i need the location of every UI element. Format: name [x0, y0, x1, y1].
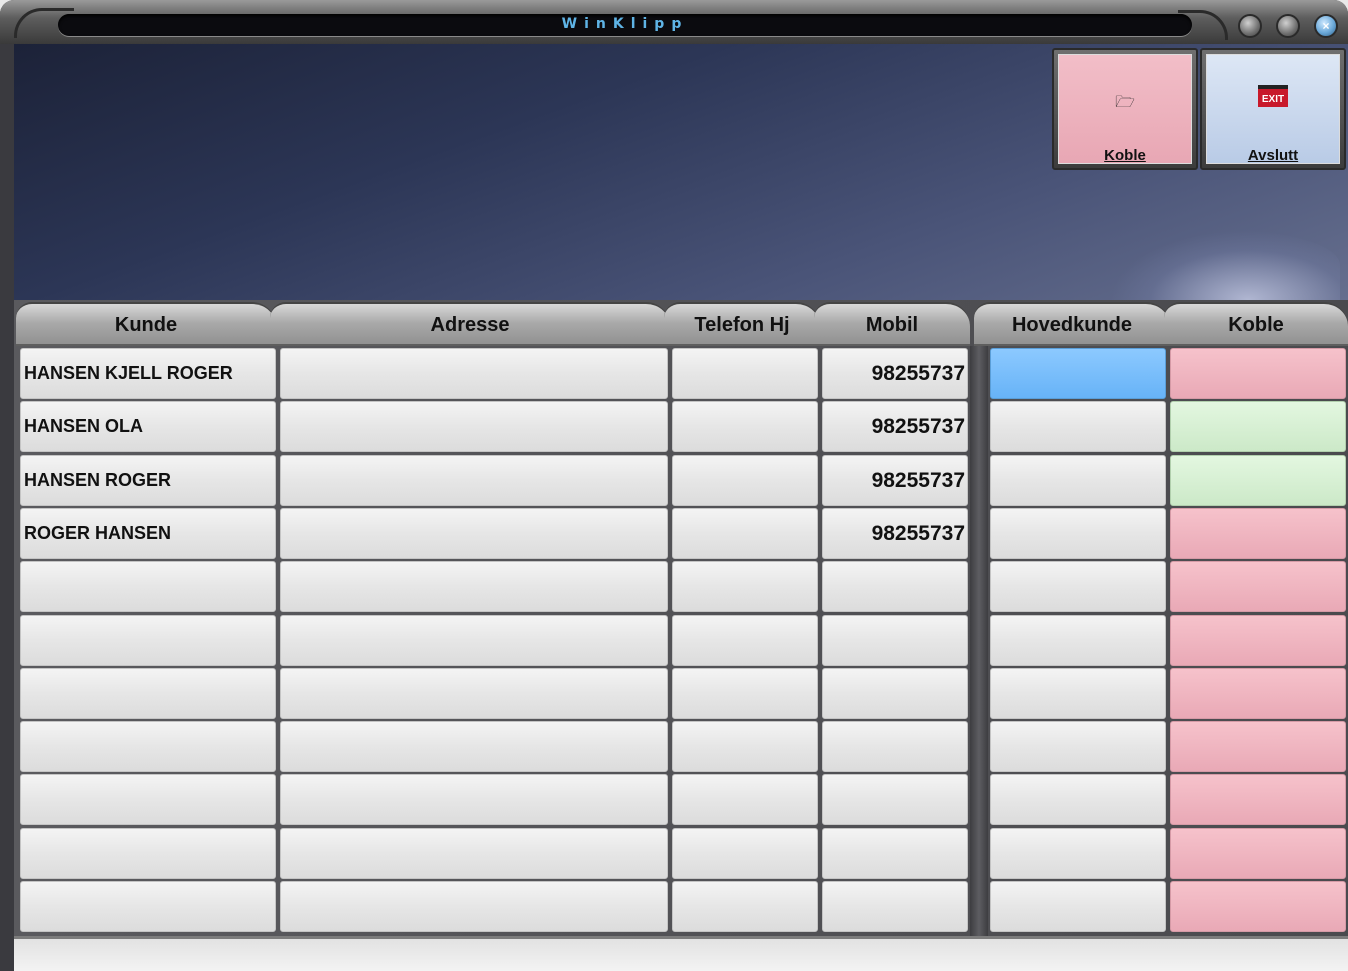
telefon-cell[interactable] — [672, 774, 818, 825]
kunde-cell[interactable]: HANSEN ROGER — [20, 455, 276, 506]
koble-cell[interactable] — [1170, 455, 1346, 506]
koble-cell[interactable] — [1170, 881, 1346, 932]
telefon-cell[interactable] — [672, 881, 818, 932]
kunde-cell[interactable] — [20, 774, 276, 825]
column-header-telefon-hj[interactable]: Telefon Hj — [664, 302, 820, 346]
hovedkunde-cell[interactable] — [990, 668, 1166, 719]
mobil-cell[interactable]: 98255737 — [822, 508, 968, 559]
grid-separator — [970, 346, 988, 942]
koble-cell[interactable] — [1170, 774, 1346, 825]
adresse-cell[interactable] — [280, 668, 668, 719]
kunde-cell[interactable] — [20, 828, 276, 879]
exit-sign-icon: EXIT — [1258, 85, 1288, 107]
kunde-cell[interactable] — [20, 561, 276, 612]
koble-cell[interactable] — [1170, 668, 1346, 719]
telefon-cell[interactable] — [672, 615, 818, 666]
adresse-cell[interactable] — [280, 828, 668, 879]
kunde-cell[interactable] — [20, 668, 276, 719]
mobil-cell[interactable]: 98255737 — [822, 455, 968, 506]
hovedkunde-cell[interactable] — [990, 401, 1166, 452]
column-header-mobil[interactable]: Mobil — [814, 302, 970, 346]
kunde-cell[interactable] — [20, 615, 276, 666]
close-button[interactable]: × — [1314, 14, 1338, 38]
mobil-cell[interactable] — [822, 881, 968, 932]
column-header-kunde[interactable]: Kunde — [16, 302, 276, 346]
kunde-cell[interactable] — [20, 881, 276, 932]
maximize-button[interactable] — [1276, 14, 1300, 38]
hovedkunde-cell[interactable] — [990, 508, 1166, 559]
hovedkunde-cell[interactable] — [990, 455, 1166, 506]
mobil-cell[interactable] — [822, 561, 968, 612]
koble-cell[interactable] — [1170, 828, 1346, 879]
title-bar[interactable]: WinKlipp × — [0, 0, 1348, 44]
hovedkunde-cell[interactable] — [990, 561, 1166, 612]
mobil-cell[interactable]: 98255737 — [822, 348, 968, 399]
hovedkunde-cell[interactable] — [990, 881, 1166, 932]
adresse-cell[interactable] — [280, 721, 668, 772]
koble-cell[interactable] — [1170, 401, 1346, 452]
adresse-cell[interactable] — [280, 348, 668, 399]
mobil-cell[interactable] — [822, 828, 968, 879]
mobil-cell[interactable] — [822, 668, 968, 719]
avslutt-action-button[interactable]: EXIT Avslutt — [1200, 48, 1346, 170]
decorative-swirl — [1110, 230, 1340, 300]
adresse-cell[interactable] — [280, 508, 668, 559]
mobil-cell[interactable] — [822, 721, 968, 772]
telefon-cell[interactable] — [672, 561, 818, 612]
koble-cell[interactable] — [1170, 721, 1346, 772]
telefon-cell[interactable] — [672, 668, 818, 719]
adresse-cell[interactable] — [280, 881, 668, 932]
telefon-cell[interactable] — [672, 348, 818, 399]
title-bar-ornament-right — [1178, 10, 1228, 40]
minimize-button[interactable] — [1238, 14, 1262, 38]
hovedkunde-cell[interactable] — [990, 774, 1166, 825]
telefon-cell[interactable] — [672, 455, 818, 506]
avslutt-action-label: Avslutt — [1247, 147, 1299, 164]
column-header-hovedkunde[interactable]: Hovedkunde — [974, 302, 1170, 346]
kunde-cell[interactable] — [20, 721, 276, 772]
koble-cell[interactable] — [1170, 348, 1346, 399]
adresse-cell[interactable] — [280, 455, 668, 506]
mobil-cell[interactable] — [822, 774, 968, 825]
adresse-cell[interactable] — [280, 561, 668, 612]
hovedkunde-cell[interactable] — [990, 721, 1166, 772]
column-header-adresse[interactable]: Adresse — [270, 302, 670, 346]
koble-cell[interactable] — [1170, 508, 1346, 559]
kunde-cell[interactable]: HANSEN KJELL ROGER — [20, 348, 276, 399]
hovedkunde-cell[interactable] — [990, 615, 1166, 666]
column-header-koble[interactable]: Koble — [1164, 302, 1348, 346]
hovedkunde-cell[interactable] — [990, 828, 1166, 879]
koble-cell[interactable] — [1170, 615, 1346, 666]
app-window: WinKlipp × 🗁 Koble EXIT Avslutt Kunde Ad… — [0, 0, 1348, 971]
hovedkunde-cell[interactable] — [990, 348, 1166, 399]
adresse-cell[interactable] — [280, 774, 668, 825]
status-bar — [14, 936, 1348, 971]
koble-action-button[interactable]: 🗁 Koble — [1052, 48, 1198, 170]
telefon-cell[interactable] — [672, 401, 818, 452]
koble-action-label: Koble — [1104, 147, 1146, 164]
kunde-cell[interactable]: ROGER HANSEN — [20, 508, 276, 559]
window-title: WinKlipp — [561, 16, 689, 32]
adresse-cell[interactable] — [280, 401, 668, 452]
mobil-cell[interactable]: 98255737 — [822, 401, 968, 452]
title-slot: WinKlipp — [58, 14, 1192, 36]
kunde-cell[interactable]: HANSEN OLA — [20, 401, 276, 452]
telefon-cell[interactable] — [672, 828, 818, 879]
mobil-cell[interactable] — [822, 615, 968, 666]
telefon-cell[interactable] — [672, 721, 818, 772]
adresse-cell[interactable] — [280, 615, 668, 666]
koble-cell[interactable] — [1170, 561, 1346, 612]
folder-open-icon: 🗁 — [1115, 94, 1135, 111]
telefon-cell[interactable] — [672, 508, 818, 559]
